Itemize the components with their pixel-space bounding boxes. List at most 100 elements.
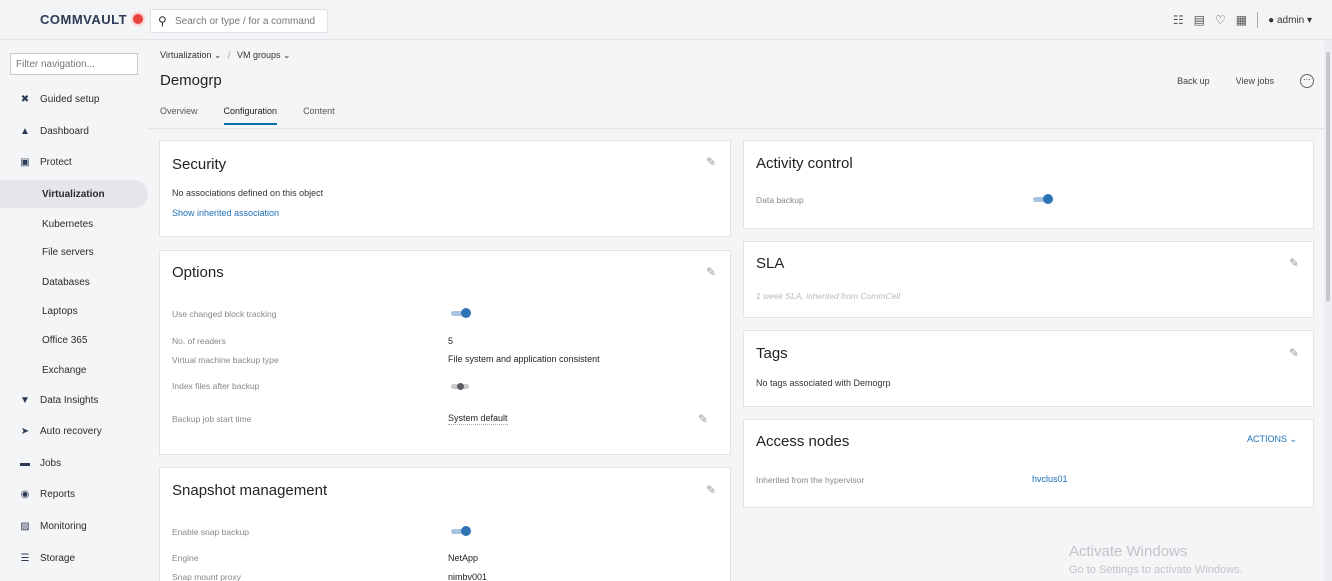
sidebar-item-guided-setup[interactable]: ✖ Guided setup <box>0 85 148 113</box>
sidebar-item-label: Exchange <box>42 364 87 376</box>
sla-edit-icon[interactable]: ✎ <box>1289 256 1299 270</box>
security-card: Security ✎ No associations defined on th… <box>159 140 731 237</box>
tab-overview[interactable]: Overview <box>160 106 198 125</box>
sidebar-item-storage[interactable]: ☰ Storage <box>0 544 148 572</box>
data-backup-toggle[interactable] <box>1033 194 1053 204</box>
security-title: Security <box>172 156 227 173</box>
page-title: Demogrp <box>160 72 222 89</box>
options-edit-icon[interactable]: ✎ <box>706 265 716 279</box>
options-title: Options <box>172 264 224 281</box>
tab-content[interactable]: Content <box>303 106 335 125</box>
snap-mount-proxy-value: nimbv001 <box>448 572 488 581</box>
tags-card: Tags ✎ No tags associated with Demogrp <box>743 330 1314 407</box>
sidebar-item-monitoring[interactable]: ▨ Monitoring <box>0 512 148 540</box>
sidebar-item-label: Auto recovery <box>40 425 102 437</box>
back-up-button[interactable]: Back up <box>1177 76 1210 86</box>
sidebar-item-kubernetes[interactable]: Kubernetes <box>0 210 148 238</box>
sidebar-item-virtualization[interactable]: Virtualization <box>0 180 148 208</box>
filter-navigation-input[interactable] <box>10 53 138 75</box>
sidebar-item-office-365[interactable]: Office 365 <box>0 326 148 354</box>
toggle-knob <box>1043 194 1053 204</box>
sidebar-item-auto-recovery[interactable]: ➤ Auto recovery <box>0 417 148 445</box>
tabs-divider <box>148 128 1324 129</box>
dashboard-icon: ▲ <box>20 125 30 137</box>
shield-icon: ▼ <box>20 394 30 406</box>
option-label: Use changed block tracking <box>172 309 277 319</box>
snap-backup-toggle[interactable] <box>451 526 471 536</box>
breadcrumb-virtualization[interactable]: Virtualization ⌄ <box>160 50 221 60</box>
sla-text: 1 week SLA, inherited from CommCell <box>756 291 901 301</box>
option-label: Index files after backup <box>172 381 260 391</box>
snapshot-label: Snap mount proxy <box>172 572 241 581</box>
sidebar-item-file-servers[interactable]: File servers <box>0 238 148 266</box>
sidebar-item-laptops[interactable]: Laptops <box>0 297 148 325</box>
activate-windows-subtext: Go to Settings to activate Windows. <box>1069 564 1243 576</box>
breadcrumb: Virtualization ⌄ / VM groups ⌄ <box>160 50 291 61</box>
index-files-toggle[interactable] <box>451 381 471 391</box>
tools-icon: ✖ <box>20 93 30 105</box>
breadcrumb-vm-groups[interactable]: VM groups ⌄ <box>237 50 291 60</box>
clipboard-icon[interactable]: ▤ <box>1194 13 1205 27</box>
sidebar-item-protect[interactable]: ▣ Protect <box>0 148 148 176</box>
show-inherited-association-link[interactable]: Show inherited association <box>172 208 279 218</box>
option-label: No. of readers <box>172 336 226 346</box>
snapshot-title: Snapshot management <box>172 482 328 499</box>
sidebar-item-data-insights[interactable]: ▼ Data Insights <box>0 386 148 414</box>
reports-icon: ◉ <box>20 488 30 500</box>
access-node-label: Inherited from the hypervisor <box>756 475 865 485</box>
snapshot-label: Enable snap backup <box>172 527 250 537</box>
command-search[interactable]: ⚲ <box>150 9 328 33</box>
security-edit-icon[interactable]: ✎ <box>706 155 716 169</box>
access-nodes-card: Access nodes ACTIONS ⌄ Inherited from th… <box>743 419 1314 508</box>
actions-dropdown[interactable]: ACTIONS ⌄ <box>1247 434 1297 445</box>
recovery-icon: ➤ <box>20 425 30 437</box>
start-time-edit-icon[interactable]: ✎ <box>698 412 708 426</box>
commvault-logo[interactable]: COMMVAULT <box>40 12 146 27</box>
tags-title: Tags <box>756 345 788 362</box>
tags-text: No tags associated with Demogrp <box>756 378 891 388</box>
tab-bar: Overview Configuration Content <box>160 106 335 125</box>
hypervisor-link[interactable]: hvclus01 <box>1032 474 1068 484</box>
more-options-icon[interactable]: ⋯ <box>1300 74 1314 88</box>
header-actions: Back up View jobs ⋯ <box>1177 74 1314 88</box>
view-jobs-button[interactable]: View jobs <box>1236 76 1274 86</box>
sidebar-item-label: Data Insights <box>40 394 99 406</box>
tab-configuration[interactable]: Configuration <box>223 106 278 125</box>
backup-start-time-value[interactable]: System default <box>448 413 508 425</box>
sla-card: SLA ✎ 1 week SLA, inherited from CommCel… <box>743 241 1314 318</box>
sla-title: SLA <box>756 255 785 272</box>
toggle-knob <box>457 383 464 390</box>
jobs-icon: ▬ <box>20 457 30 469</box>
search-input[interactable] <box>175 13 325 29</box>
sidebar-item-reports[interactable]: ◉ Reports <box>0 480 148 508</box>
snapshot-edit-icon[interactable]: ✎ <box>706 483 716 497</box>
top-icons: ☷ ▤ ♡ ▦ ● admin ▾ <box>1173 12 1312 28</box>
backup-type-value: File system and application consistent <box>448 354 600 364</box>
toggle-knob <box>461 526 471 536</box>
download-icon[interactable]: ☷ <box>1173 13 1184 27</box>
options-card: Options ✎ Use changed block tracking No.… <box>159 250 731 455</box>
sidebar: ✖ Guided setup ▲ Dashboard ▣ Protect Virtua… <box>0 40 148 581</box>
bell-icon[interactable]: ♡ <box>1215 13 1226 27</box>
sidebar-item-dashboard[interactable]: ▲ Dashboard <box>0 117 148 145</box>
sidebar-item-label: Dashboard <box>40 125 89 137</box>
activity-control-card: Activity control Data backup <box>743 140 1314 229</box>
snapshot-management-card: Snapshot management ✎ Enable snap backup… <box>159 467 731 581</box>
changed-block-tracking-toggle[interactable] <box>451 308 471 318</box>
page-scrollbar[interactable] <box>1324 40 1332 581</box>
grid-icon[interactable]: ▦ <box>1236 13 1247 27</box>
sidebar-item-jobs[interactable]: ▬ Jobs <box>0 449 148 477</box>
tags-edit-icon[interactable]: ✎ <box>1289 346 1299 360</box>
scrollbar-thumb[interactable] <box>1326 52 1330 302</box>
sidebar-item-exchange[interactable]: Exchange <box>0 356 148 384</box>
sidebar-item-label: Kubernetes <box>42 218 94 230</box>
sidebar-item-label: Databases <box>42 276 90 288</box>
readers-value: 5 <box>448 336 454 346</box>
security-text: No associations defined on this object <box>172 188 324 198</box>
user-icon: ● <box>1268 14 1275 26</box>
sidebar-item-databases[interactable]: Databases <box>0 268 148 296</box>
user-menu[interactable]: ● admin ▾ <box>1268 15 1312 26</box>
engine-value: NetApp <box>448 553 479 563</box>
sidebar-item-label: Guided setup <box>40 93 100 105</box>
sidebar-item-label: Monitoring <box>40 520 87 532</box>
